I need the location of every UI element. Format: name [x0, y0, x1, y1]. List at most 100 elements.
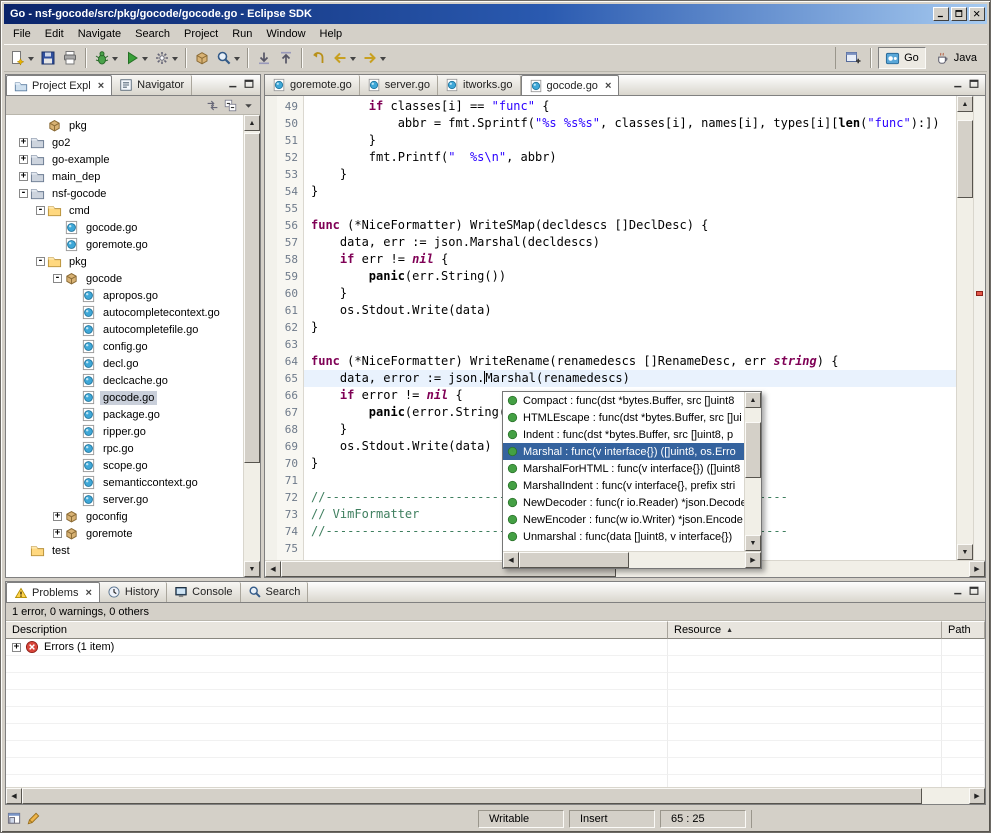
editor-tab-gocode-go[interactable]: gocode.go× [521, 75, 620, 95]
new-go-package-button[interactable] [192, 47, 212, 69]
back-button[interactable] [330, 47, 358, 69]
tree-item-goremote-go[interactable]: goremote.go [6, 236, 243, 253]
scroll-up-button[interactable]: ▲ [957, 96, 973, 112]
column-header-resource[interactable]: Resource▲ [668, 621, 942, 639]
code-line-58[interactable]: 58 if err != nil { [265, 251, 956, 268]
completion-compact[interactable]: Compact : func(dst *bytes.Buffer, src []… [503, 392, 744, 409]
plus-handle-icon[interactable]: + [53, 512, 62, 521]
tree-item-decl-go[interactable]: decl.go [6, 355, 243, 372]
scroll-thumb[interactable] [957, 120, 973, 198]
column-header-description[interactable]: Description [6, 621, 668, 639]
tree-item-gocode-go[interactable]: gocode.go [6, 389, 243, 406]
editor-vertical-scrollbar[interactable]: ▲ ▼ [956, 96, 973, 560]
scroll-thumb[interactable] [22, 788, 922, 804]
minimize-view-button[interactable] [952, 78, 964, 90]
minimize-view-button[interactable] [227, 78, 239, 90]
tree-item-apropos-go[interactable]: apropos.go [6, 287, 243, 304]
column-header-path[interactable]: Path [942, 621, 985, 639]
code-line-49[interactable]: 49 if classes[i] == "func" { [265, 98, 956, 115]
scroll-left-button[interactable]: ◀ [265, 561, 281, 577]
code-line-56[interactable]: 56func (*NiceFormatter) WriteSMap(declde… [265, 217, 956, 234]
view-menu-button[interactable] [242, 99, 255, 112]
scroll-right-button[interactable]: ▶ [969, 788, 985, 804]
editor-tab-itworks-go[interactable]: itworks.go [438, 75, 521, 95]
close-tab-icon[interactable]: × [605, 80, 611, 92]
minimize-view-button[interactable] [952, 585, 964, 597]
plus-handle-icon[interactable]: + [19, 172, 28, 181]
debug-button[interactable] [92, 47, 120, 69]
code-line-57[interactable]: 57 data, err := json.Marshal(decldescs) [265, 234, 956, 251]
tree-item-scope-go[interactable]: scope.go [6, 457, 243, 474]
minimize-button[interactable] [933, 7, 949, 21]
scroll-down-button[interactable]: ▼ [244, 561, 260, 577]
code-line-51[interactable]: 51 } [265, 132, 956, 149]
tree-item-autocompletecontext-go[interactable]: autocompletecontext.go [6, 304, 243, 321]
plus-handle-icon[interactable]: + [19, 138, 28, 147]
code-line-50[interactable]: 50 abbr = fmt.Sprintf("%s %s%s", classes… [265, 115, 956, 132]
print-button[interactable] [60, 47, 80, 69]
code-line-59[interactable]: 59 panic(err.String()) [265, 268, 956, 285]
code-line-62[interactable]: 62} [265, 319, 956, 336]
minus-handle-icon[interactable]: - [19, 189, 28, 198]
completion-newdecoder[interactable]: NewDecoder : func(r io.Reader) *json.Dec… [503, 494, 744, 511]
tree-item-pkg[interactable]: -pkg [6, 253, 243, 270]
tree-item-go2[interactable]: +go2 [6, 134, 243, 151]
code-line-65[interactable]: 65 data, error := json.Marshal(renamedes… [265, 370, 956, 387]
code-line-63[interactable]: 63 [265, 336, 956, 353]
scroll-right-button[interactable]: ▶ [745, 552, 761, 568]
tree-item-main-dep[interactable]: +main_dep [6, 168, 243, 185]
last-edit-location-button[interactable] [308, 47, 328, 69]
code-line-53[interactable]: 53 } [265, 166, 956, 183]
scroll-down-button[interactable]: ▼ [745, 535, 761, 551]
error-marker[interactable] [976, 291, 983, 296]
external-tools-button[interactable] [152, 47, 180, 69]
completion-indent[interactable]: Indent : func(dst *bytes.Buffer, src []u… [503, 426, 744, 443]
scroll-thumb[interactable] [244, 133, 260, 463]
scroll-track[interactable] [519, 552, 745, 568]
tree-item-cmd[interactable]: -cmd [6, 202, 243, 219]
search-button[interactable] [214, 47, 242, 69]
autocomplete-horizontal-scrollbar[interactable]: ◀ ▶ [503, 551, 761, 568]
view-tab-console[interactable]: Console [167, 582, 240, 602]
tree-item-gocode[interactable]: -gocode [6, 270, 243, 287]
scroll-left-button[interactable]: ◀ [6, 788, 22, 804]
close-tab-icon[interactable]: × [85, 587, 91, 599]
tree-item-rpc-go[interactable]: rpc.go [6, 440, 243, 457]
scroll-thumb[interactable] [745, 422, 761, 478]
maximize-button[interactable] [951, 7, 967, 21]
problems-row-errors-1-item[interactable]: +Errors (1 item) [6, 639, 985, 656]
tree-item-autocompletefile-go[interactable]: autocompletefile.go [6, 321, 243, 338]
scroll-thumb[interactable] [519, 552, 629, 568]
tree-scrollbar[interactable]: ▲ ▼ [243, 115, 260, 577]
tree-item-semanticcontext-go[interactable]: semanticcontext.go [6, 474, 243, 491]
view-tab-history[interactable]: History [100, 582, 167, 602]
tree-item-test[interactable]: test [6, 542, 243, 559]
tree-item-package-go[interactable]: package.go [6, 406, 243, 423]
menu-navigate[interactable]: Navigate [71, 25, 128, 43]
titlebar[interactable]: Go - nsf-gocode/src/pkg/gocode/gocode.go… [4, 4, 987, 24]
scroll-track[interactable] [957, 112, 973, 544]
maximize-view-button[interactable] [968, 78, 980, 90]
perspective-java[interactable]: Java [928, 47, 984, 69]
next-annotation-button[interactable] [254, 47, 274, 69]
view-tab-problems[interactable]: Problems× [6, 582, 100, 602]
tree-item-pkg[interactable]: pkg [6, 117, 243, 134]
plus-handle-icon[interactable]: + [53, 529, 62, 538]
open-perspective-button[interactable] [843, 47, 863, 69]
tree-item-goremote[interactable]: +goremote [6, 525, 243, 542]
tree-item-server-go[interactable]: server.go [6, 491, 243, 508]
code-line-55[interactable]: 55 [265, 200, 956, 217]
menu-file[interactable]: File [6, 25, 38, 43]
maximize-view-button[interactable] [968, 585, 980, 597]
menu-help[interactable]: Help [313, 25, 350, 43]
menu-run[interactable]: Run [225, 25, 259, 43]
completion-marshal[interactable]: Marshal : func(v interface{}) ([]uint8, … [503, 443, 744, 460]
editor-tab-server-go[interactable]: server.go [360, 75, 438, 95]
completion-unmarshal[interactable]: Unmarshal : func(data []uint8, v interfa… [503, 528, 744, 545]
fast-view-button[interactable] [7, 811, 22, 826]
forward-button[interactable] [360, 47, 388, 69]
minus-handle-icon[interactable]: - [36, 257, 45, 266]
completion-newencoder[interactable]: NewEncoder : func(w io.Writer) *json.Enc… [503, 511, 744, 528]
tree-item-ripper-go[interactable]: ripper.go [6, 423, 243, 440]
run-button[interactable] [122, 47, 150, 69]
